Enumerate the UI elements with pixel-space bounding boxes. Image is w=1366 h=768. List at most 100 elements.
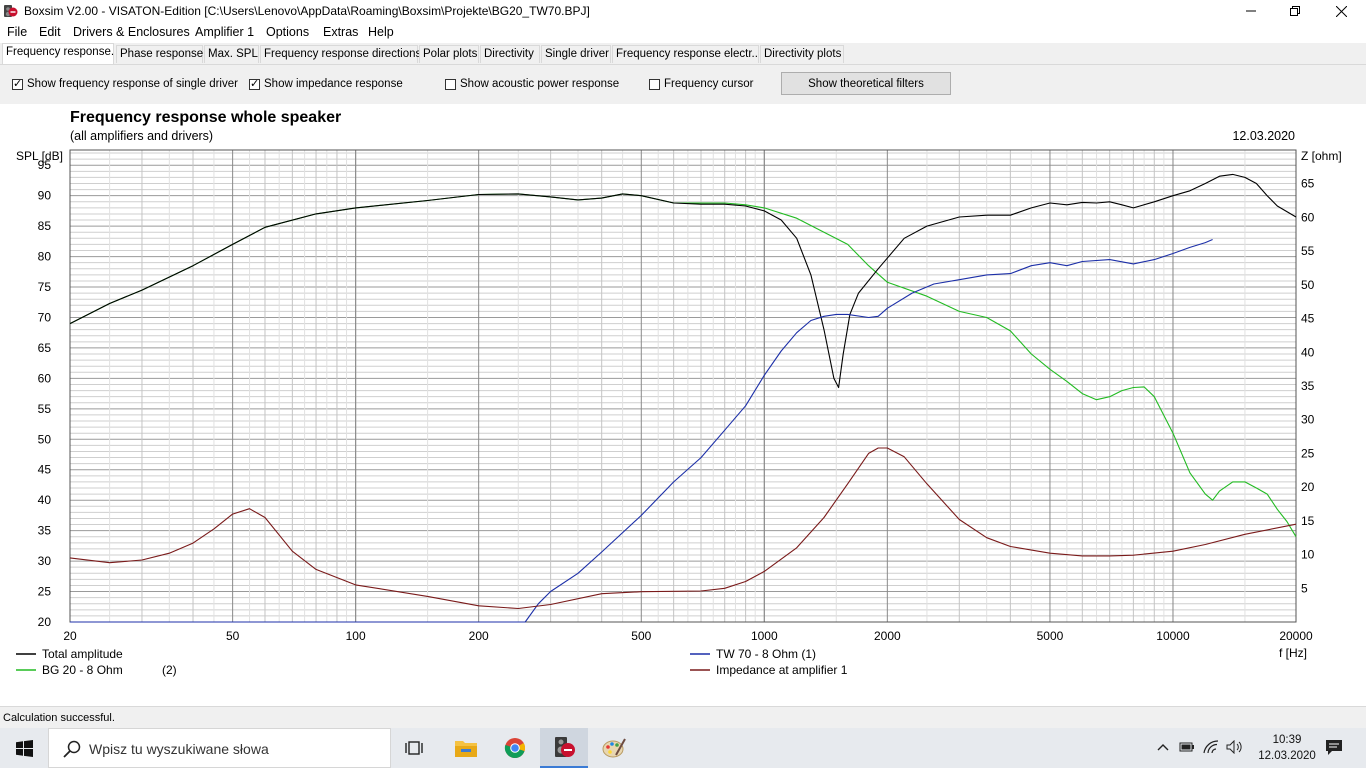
clock-time: 10:39 [1272,734,1302,746]
y-tick-label: 50 [38,432,52,446]
series-line-bg-20-8-ohm [69,193,1297,537]
y-tick-label: 65 [38,341,52,355]
taskbar-clock[interactable]: 10:39 12.03.2020 [1252,732,1322,764]
chevron-up-icon[interactable] [1157,743,1169,751]
taskbar: Wpisz tu wyszukiwane słowa 10:39 12.03.2… [0,728,1366,768]
chrome-button[interactable] [491,728,539,768]
show-theoretical-filters-button[interactable]: Show theoretical filters [781,72,951,95]
y2-tick-label: 10 [1301,548,1315,562]
title-bar: Boxsim V2.00 - VISATON-Edition [C:\Users… [0,0,1366,22]
clock-date: 12.03.2020 [1258,750,1316,762]
tick-labels: 20 25 30 35 40 45 50 55 60 65 70 75 80 85 90 95 5 10 15 20 2… [38,158,1315,643]
y2-tick-label: 35 [1301,379,1315,393]
y-tick-label: 20 [38,615,52,629]
file-explorer-button[interactable] [442,728,490,768]
paint-button[interactable] [590,728,638,768]
y2-tick-label: 45 [1301,312,1315,326]
series-line-impedance-at-amplifier-1 [69,447,1297,610]
minimize-icon [1246,10,1256,12]
impedance-option[interactable]: Show impedance response [249,77,403,90]
volume-icon[interactable] [1226,740,1244,754]
y2-tick-label: 40 [1301,345,1315,359]
start-button[interactable] [0,728,48,768]
legend-label: Total amplitude [42,647,123,661]
legend-label: Impedance at amplifier 1 [716,663,848,677]
status-bar: Calculation successful. [0,706,1366,728]
windows-start-icon [15,739,33,757]
y-tick-label: 70 [38,310,52,324]
y-tick-label: 25 [38,585,52,599]
minimize-button[interactable] [1228,0,1274,22]
options-bar: Show frequency response of single driver… [0,64,1366,104]
legend: Total amplitude BG 20 - 8 Ohm (2) TW 70 - 8… [16,647,848,677]
impedance-checkbox[interactable] [249,77,260,90]
y2-tick-label: 20 [1301,480,1315,494]
x-tick-label: 20000 [1279,629,1313,643]
search-placeholder: Wpisz tu wyszukiwane słowa [89,741,269,757]
menu-extras[interactable]: Extras [323,25,358,39]
y2-axis-label: Z [ohm] [1301,149,1342,163]
x-tick-label: 500 [631,629,651,643]
boxsim-taskbar-button[interactable] [540,728,588,768]
tab-polar-plots[interactable]: Polar plots [419,45,479,63]
y2-tick-label: 50 [1301,278,1315,292]
file-explorer-icon [455,741,477,757]
y-tick-label: 95 [38,158,52,172]
menu-file[interactable]: File [7,25,27,39]
menu-bar: File Edit Drivers & Enclosures Amplifier… [0,22,1366,43]
tab-max-spl[interactable]: Max. SPL [204,45,259,63]
chart-subtitle: (all amplifiers and drivers) [70,129,213,143]
single-driver-checkbox[interactable] [12,77,23,90]
y2-tick-label: 15 [1301,514,1315,528]
frequency-response-chart[interactable]: Frequency response whole speaker (all am… [0,104,1366,704]
tab-directivity-plots[interactable]: Directivity plots [760,45,844,63]
x-tick-label: 1000 [751,629,778,643]
notification-icon[interactable] [1325,738,1343,756]
tab-frequency-response-electrical[interactable]: Frequency response electr.. [612,45,759,63]
boxsim-app-icon [4,5,18,17]
wifi-icon[interactable] [1203,740,1219,754]
y-tick-label: 90 [38,189,52,203]
single-driver-label: Show frequency response of single driver [27,78,238,90]
y2-tick-label: 65 [1301,177,1315,191]
restore-icon [1290,6,1300,16]
close-icon [1335,5,1347,17]
x-tick-label: 200 [469,629,489,643]
legend-label: TW 70 - 8 Ohm (1) [716,647,816,661]
task-view-button[interactable] [391,728,439,768]
tab-frequency-response-directions[interactable]: Frequency response directions [260,45,421,63]
menu-amplifier[interactable]: Amplifier 1 [195,25,254,39]
single-driver-option[interactable]: Show frequency response of single driver [12,77,238,90]
x-tick-label: 5000 [1037,629,1064,643]
y-tick-label: 45 [38,463,52,477]
menu-drivers-enclosures[interactable]: Drivers & Enclosures [73,25,190,39]
menu-edit[interactable]: Edit [39,25,61,39]
search-icon [63,740,81,758]
tab-single-driver[interactable]: Single driver [541,45,611,63]
taskbar-search-box[interactable]: Wpisz tu wyszukiwane słowa [48,728,391,768]
tab-directivity[interactable]: Directivity [480,45,540,63]
x-tick-label: 10000 [1156,629,1190,643]
close-button[interactable] [1318,0,1364,22]
y-tick-label: 85 [38,219,52,233]
x-tick-label: 100 [346,629,366,643]
tab-phase-response[interactable]: Phase response [116,45,203,63]
battery-icon[interactable] [1179,741,1195,753]
paint-icon [602,738,626,758]
menu-help[interactable]: Help [368,25,394,39]
y-tick-label: 80 [38,250,52,264]
frequency-cursor-checkbox[interactable] [649,78,660,90]
frequency-cursor-option[interactable]: Frequency cursor [649,78,753,90]
y2-tick-label: 5 [1301,581,1308,595]
acoustic-power-option[interactable]: Show acoustic power response [445,78,619,90]
grid [69,149,1297,623]
restore-button[interactable] [1272,0,1318,22]
x-tick-label: 50 [226,629,240,643]
tab-frequency-response[interactable]: Frequency response. [2,43,114,64]
y-tick-label: 30 [38,554,52,568]
y2-tick-label: 25 [1301,446,1315,460]
menu-options[interactable]: Options [266,25,309,39]
acoustic-power-checkbox[interactable] [445,78,456,90]
acoustic-power-label: Show acoustic power response [460,78,620,90]
x-tick-label: 20 [63,629,77,643]
